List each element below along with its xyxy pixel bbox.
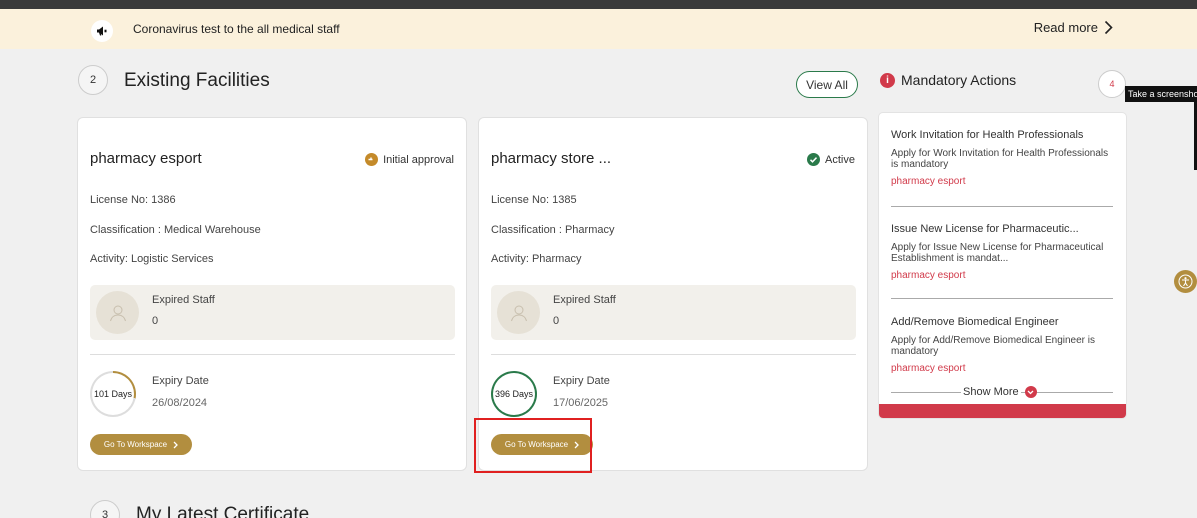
days-remaining-ring: 396 Days — [491, 371, 537, 417]
screenshot-tooltip: Take a screenshot — [1125, 86, 1197, 102]
panel-footer — [879, 404, 1126, 418]
divider — [90, 354, 455, 355]
status-label: Active — [825, 153, 855, 166]
accessibility-icon[interactable] — [1174, 270, 1197, 293]
announcement-text: Coronavirus test to the all medical staf… — [133, 22, 340, 36]
action-title: Add/Remove Biomedical Engineer — [891, 316, 1059, 328]
separator — [891, 206, 1113, 207]
facilities-title: Existing Facilities — [124, 70, 270, 91]
mandatory-action-item[interactable]: Issue New License for Pharmaceutic... Ap… — [891, 223, 1116, 281]
mandatory-count-badge: 4 — [1098, 70, 1126, 98]
chevron-down-icon — [1024, 386, 1037, 398]
action-description: Apply for Work Invitation for Health Pro… — [891, 148, 1109, 170]
activity: Activity: Logistic Services — [90, 253, 214, 265]
expiry-label: Expiry Date — [152, 375, 209, 387]
action-facility: pharmacy esport — [891, 176, 966, 187]
chevron-right-icon — [173, 441, 179, 448]
action-title: Work Invitation for Health Professionals — [891, 129, 1084, 141]
expiry-date: 17/06/2025 — [553, 397, 609, 409]
go-to-workspace-label: Go To Workspace — [103, 440, 168, 449]
mandatory-action-item[interactable]: Work Invitation for Health Professionals… — [891, 129, 1116, 187]
info-icon: i — [880, 73, 895, 88]
days-remaining-ring: 101 Days — [90, 371, 136, 417]
status-badge: Active — [807, 153, 855, 166]
facility-name[interactable]: pharmacy store ... — [491, 150, 611, 167]
facilities-count-badge: 2 — [78, 65, 108, 95]
days-remaining: 101 Days — [93, 389, 133, 399]
pending-icon — [365, 153, 379, 166]
action-facility: pharmacy esport — [891, 270, 966, 281]
expired-staff-count: 0 — [553, 315, 560, 327]
classification: Classification : Medical Warehouse — [90, 224, 261, 236]
facility-name[interactable]: pharmacy esport — [90, 150, 202, 167]
check-circle-icon — [807, 153, 821, 166]
classification: Classification : Pharmacy — [491, 224, 615, 236]
expired-staff-label: Expired Staff — [553, 294, 616, 306]
expiry-date: 26/08/2024 — [152, 397, 208, 409]
days-remaining: 396 Days — [494, 389, 534, 399]
show-more-button[interactable]: Show More — [961, 386, 1037, 398]
read-more-link[interactable]: Read more — [1034, 20, 1113, 35]
expired-staff-box: Expired Staff 0 — [491, 285, 856, 340]
view-all-button[interactable]: View All — [796, 71, 858, 98]
action-description: Apply for Issue New License for Pharmace… — [891, 242, 1104, 264]
read-more-label: Read more — [1033, 20, 1098, 35]
license-number: License No: 1385 — [491, 194, 577, 206]
go-to-workspace-button[interactable]: Go To Workspace — [90, 434, 192, 455]
separator — [891, 298, 1113, 299]
certificates-title: My Latest Certificate — [136, 504, 310, 518]
divider — [491, 354, 856, 355]
top-bar — [0, 0, 1197, 9]
action-description: Apply for Add/Remove Biomedical Engineer… — [891, 335, 1095, 357]
expired-staff-label: Expired Staff — [152, 294, 215, 306]
mandatory-action-item[interactable]: Add/Remove Biomedical Engineer Apply for… — [891, 316, 1116, 374]
status-label: Initial approval — [383, 153, 454, 166]
expired-staff-box: Expired Staff 0 — [90, 285, 455, 340]
user-avatar-icon — [96, 291, 139, 334]
license-number: License No: 1386 — [90, 194, 176, 206]
user-avatar-icon — [497, 291, 540, 334]
action-facility: pharmacy esport — [891, 363, 966, 374]
mandatory-actions-title: Mandatory Actions — [901, 72, 1017, 88]
facility-card: pharmacy esport Initial approval License… — [77, 117, 467, 471]
certificates-count-badge: 3 — [90, 500, 120, 518]
expired-staff-count: 0 — [152, 315, 159, 327]
announcement-banner: Coronavirus test to the all medical staf… — [0, 9, 1197, 49]
expiry-label: Expiry Date — [553, 375, 610, 387]
action-title: Issue New License for Pharmaceutic... — [891, 223, 1079, 235]
show-more-label: Show More — [961, 386, 1021, 398]
chevron-right-icon — [1104, 20, 1113, 35]
status-badge: Initial approval — [365, 153, 454, 166]
mandatory-actions-panel: Work Invitation for Health Professionals… — [878, 112, 1127, 419]
activity: Activity: Pharmacy — [491, 253, 582, 265]
megaphone-icon — [91, 20, 113, 42]
highlight-box — [474, 418, 592, 473]
